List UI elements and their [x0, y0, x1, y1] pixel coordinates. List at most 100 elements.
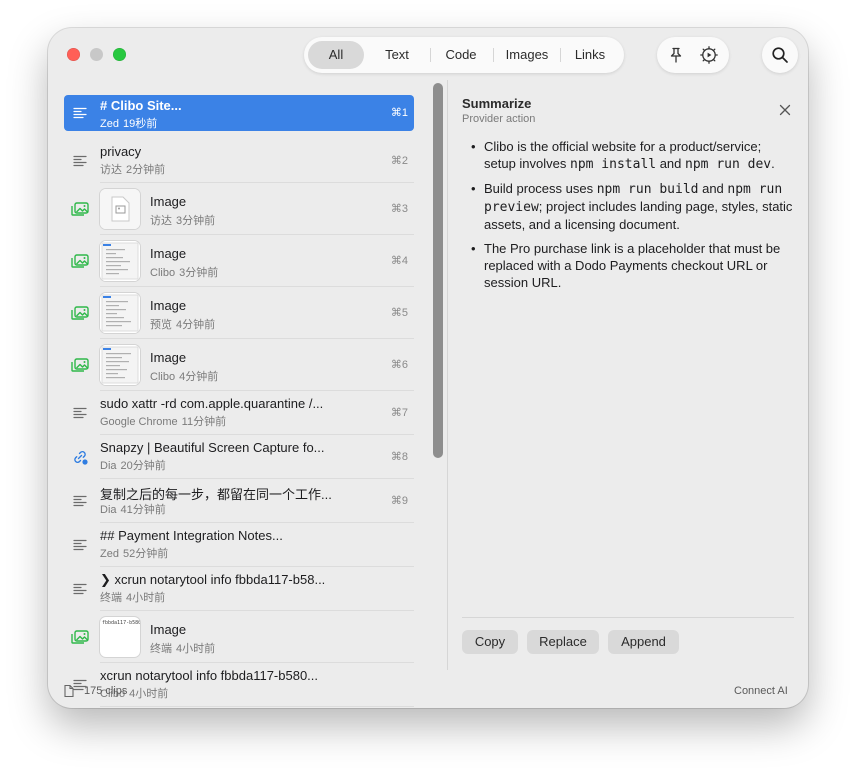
close-window-button[interactable] [67, 48, 80, 61]
clip-source-app: Clibo [150, 267, 176, 279]
pane-divider [447, 80, 448, 670]
clip-row[interactable]: 复制之后的每一步，都留在同一个工作... Dia 41分钟前 ⌘9 [64, 479, 414, 523]
clip-source-app: 终端 [100, 592, 122, 604]
clip-title: Image [150, 350, 187, 365]
pin-button[interactable] [664, 43, 688, 67]
clip-timestamp: 4分钟前 [179, 371, 219, 383]
clip-meta: Zed 52分钟前 [100, 545, 168, 561]
text-clip-icon [70, 535, 90, 555]
clip-meta: Zed 19秒前 [100, 115, 157, 131]
clip-source-app: 访达 [150, 215, 172, 227]
bullet-text: and [656, 156, 686, 171]
clip-title: ❯ xcrun notarytool info fbbda117-b58... [100, 572, 326, 587]
bullet-dot: • [471, 139, 476, 154]
clip-shortcut: ⌘6 [390, 359, 408, 371]
clip-meta: 访达 3分钟前 [150, 212, 215, 228]
bullet-text: The Pro purchase link is a placeholder t… [484, 241, 781, 290]
image-thumbnail [100, 189, 140, 229]
clip-timestamp: 41分钟前 [120, 504, 166, 516]
clip-timestamp: 11分钟前 [181, 416, 227, 428]
clip-source-app: Zed [100, 118, 119, 130]
copy-button[interactable]: Copy [462, 630, 518, 654]
clip-shortcut: ⌘2 [390, 155, 408, 167]
clip-list: # Clibo Site... Zed 19秒前 ⌘1 privacy 访达 2分钟前 ⌘2 I… [64, 95, 414, 708]
summary-bullets: • Clibo is the official website for a pro… [462, 138, 794, 298]
settings-button[interactable] [697, 43, 721, 67]
close-panel-button[interactable] [775, 100, 795, 120]
search-button[interactable] [762, 37, 798, 73]
clip-row[interactable]: Image Clibo 4分钟前 ⌘6 [64, 339, 414, 391]
tab-images[interactable]: Images [495, 41, 559, 69]
minimize-window-button[interactable] [90, 48, 103, 61]
clip-row[interactable]: ## Payment Integration Notes... Zed 52分钟前 [64, 523, 414, 567]
panel-title: Summarize [462, 96, 532, 111]
clip-shortcut: ⌘7 [390, 407, 408, 419]
zoom-window-button[interactable] [113, 48, 126, 61]
clip-row[interactable]: privacy 访达 2分钟前 ⌘2 [64, 139, 414, 183]
clip-timestamp: 4分钟前 [176, 319, 216, 331]
clip-timestamp: 2分钟前 [126, 164, 166, 176]
image-clip-icon [70, 627, 90, 647]
clip-meta: Google Chrome 11分钟前 [100, 413, 226, 429]
image-clip-icon [70, 355, 90, 375]
clip-source-app: Google Chrome [100, 416, 178, 428]
clip-title: Snapzy | Beautiful Screen Capture fo... [100, 440, 325, 455]
panel-divider [462, 617, 794, 618]
summary-bullet: • Clibo is the official website for a pro… [462, 138, 794, 173]
search-icon [772, 47, 788, 63]
clip-timestamp: 3分钟前 [176, 215, 216, 227]
summary-bullet: • Build process uses npm run build and np… [462, 180, 794, 233]
clip-meta: Clibo 4分钟前 [150, 368, 218, 384]
tab-text[interactable]: Text [368, 41, 426, 69]
clip-shortcut: ⌘3 [390, 203, 408, 215]
clip-meta: 终端 4小时前 [100, 589, 165, 605]
document-icon [64, 684, 74, 698]
tab-separator [430, 48, 431, 62]
tab-separator [560, 48, 561, 62]
tab-all[interactable]: All [308, 41, 364, 69]
clip-meta: 终端 4小时前 [150, 640, 215, 656]
clip-row[interactable]: Image 访达 3分钟前 ⌘3 [64, 183, 414, 235]
clip-title: Image [150, 194, 187, 209]
clip-row[interactable]: Image 预览 4分钟前 ⌘5 [64, 287, 414, 339]
clip-row[interactable]: sudo xattr -rd com.apple.quarantine /...… [64, 391, 414, 435]
tab-links[interactable]: Links [562, 41, 618, 69]
clip-row[interactable]: # Clibo Site... Zed 19秒前 ⌘1 [64, 95, 414, 131]
clip-list-scrollbar[interactable] [433, 83, 443, 458]
clip-meta: Clibo 3分钟前 [150, 264, 218, 280]
tab-separator [493, 48, 494, 62]
clip-row[interactable]: Snapzy | Beautiful Screen Capture fo... D… [64, 435, 414, 479]
clip-title: Image [150, 298, 187, 313]
image-thumbnail [100, 293, 140, 333]
summary-bullet: • The Pro purchase link is a placeholder … [462, 240, 794, 291]
replace-button[interactable]: Replace [527, 630, 599, 654]
inline-code: npm run dev [685, 157, 772, 172]
clip-shortcut: ⌘1 [390, 107, 408, 119]
clip-source-app: 访达 [100, 164, 122, 176]
clip-row[interactable]: Image Clibo 3分钟前 ⌘4 [64, 235, 414, 287]
clip-source-app: Zed [100, 548, 119, 560]
clip-source-app: Dia [100, 460, 117, 472]
clip-source-app: Dia [100, 504, 117, 516]
text-clip-icon [70, 103, 90, 123]
panel-subtitle: Provider action [462, 113, 536, 125]
text-clip-icon [70, 579, 90, 599]
bullet-text: . [771, 156, 775, 171]
gear-play-icon [700, 46, 718, 64]
clip-row[interactable]: ❯ xcrun notarytool info fbbda117-b58... 终… [64, 567, 414, 611]
clip-row[interactable]: fbbda117-b580 Image 终端 4小时前 [64, 611, 414, 663]
clip-title: sudo xattr -rd com.apple.quarantine /... [100, 396, 324, 411]
connect-ai-link[interactable]: Connect AI [734, 685, 788, 697]
bullet-dot: • [471, 181, 476, 196]
clip-timestamp: 19秒前 [122, 118, 158, 130]
clip-meta: 预览 4分钟前 [150, 316, 215, 332]
row-divider [100, 706, 414, 707]
clipboard-window: All Text Code Images Links # Clibo Site.… [48, 28, 808, 708]
clip-timestamp: 20分钟前 [120, 460, 166, 472]
clip-timestamp: 4小时前 [129, 688, 169, 700]
append-button[interactable]: Append [608, 630, 679, 654]
clips-count: 175 clips [84, 685, 128, 697]
clip-title: privacy [100, 144, 142, 159]
tab-code[interactable]: Code [432, 41, 490, 69]
clip-timestamp: 3分钟前 [179, 267, 219, 279]
